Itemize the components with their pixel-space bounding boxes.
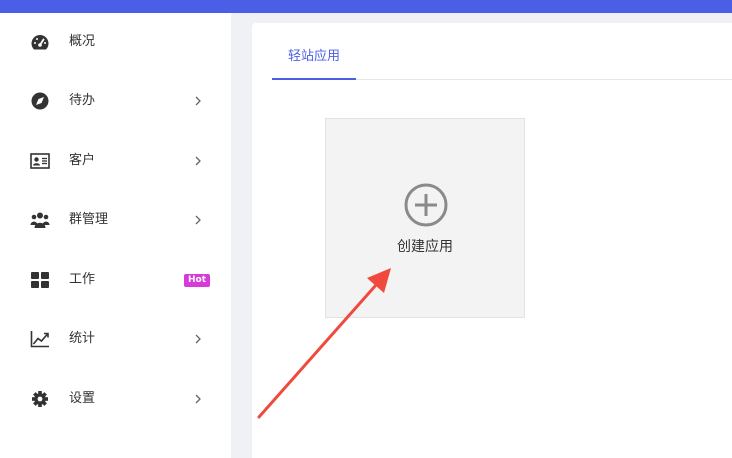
- sidebar-item-label: 客户: [69, 153, 96, 168]
- sidebar-item-group-management[interactable]: 群管理: [0, 200, 231, 240]
- gear-icon: [32, 391, 48, 407]
- chevron-right-icon: [195, 156, 201, 166]
- tab-light-app[interactable]: 轻站应用: [272, 23, 356, 80]
- sidebar-item-label: 概况: [69, 34, 96, 49]
- chevron-right-icon: [195, 96, 201, 106]
- chevron-right-icon: [195, 394, 201, 404]
- hot-badge: Hot: [184, 274, 211, 287]
- sidebar-item-todo[interactable]: 待办: [0, 81, 231, 121]
- sidebar-item-label: 工作: [69, 272, 96, 287]
- main-panel: 轻站应用 创建应用: [252, 23, 732, 458]
- sidebar-item-overview[interactable]: 概况: [0, 22, 231, 62]
- sidebar-item-settings[interactable]: 设置: [0, 379, 231, 419]
- sidebar-item-customers[interactable]: 客户: [0, 141, 231, 181]
- chevron-right-icon: [195, 215, 201, 225]
- line-chart-icon: [30, 331, 49, 348]
- grid-tiles-icon: [31, 272, 49, 288]
- create-app-card[interactable]: 创建应用: [325, 118, 525, 318]
- contact-card-icon: [30, 153, 50, 169]
- compass-icon: [31, 92, 49, 110]
- plus-circle-icon: [404, 183, 448, 227]
- active-tab-indicator: [272, 78, 356, 80]
- sidebar-item-label: 待办: [69, 93, 96, 108]
- sidebar-item-label: 设置: [69, 391, 96, 406]
- sidebar-item-label: 统计: [69, 331, 96, 346]
- user-group-icon: [30, 212, 50, 228]
- tab-bar: 轻站应用: [272, 23, 732, 80]
- sidebar-item-label: 群管理: [69, 212, 109, 227]
- create-app-label: 创建应用: [397, 239, 453, 255]
- sidebar: 概况 待办 客户 群管理 工作 Hot 统计 设置: [0, 13, 231, 458]
- sidebar-item-statistics[interactable]: 统计: [0, 319, 231, 359]
- tab-label: 轻站应用: [287, 49, 340, 64]
- dashboard-gauge-icon: [31, 35, 49, 50]
- top-bar: [0, 0, 732, 13]
- sidebar-item-work[interactable]: 工作 Hot: [0, 260, 231, 300]
- chevron-right-icon: [195, 334, 201, 344]
